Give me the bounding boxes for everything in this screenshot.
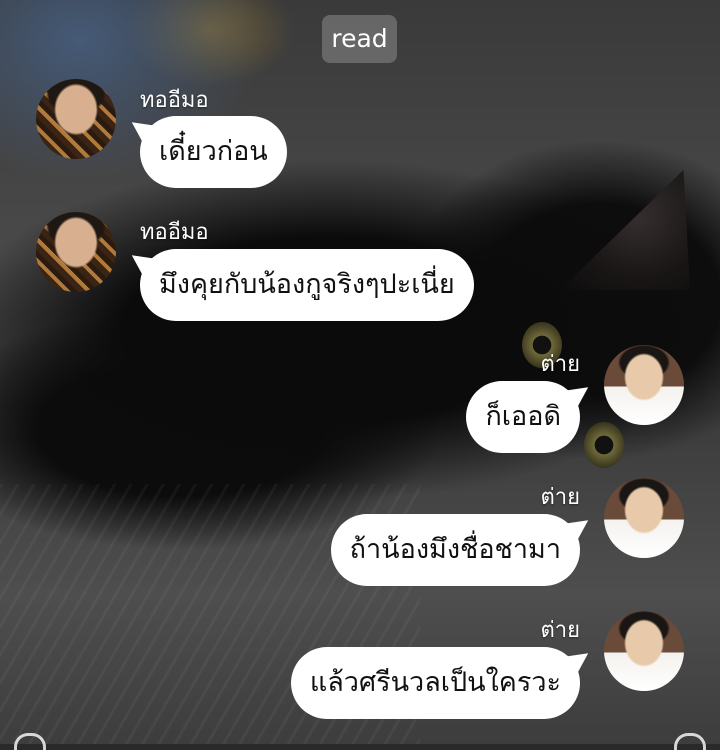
incoming-message-bubble[interactable]: มึงคุยกับน้องกูจริงๆปะเนี่ย bbox=[140, 249, 474, 321]
background-cat-eye bbox=[584, 422, 624, 468]
sender-avatar[interactable] bbox=[36, 212, 116, 292]
corner-bracket-icon bbox=[14, 733, 46, 750]
incoming-message-bubble[interactable]: เดี๋ยวก่อน bbox=[140, 116, 287, 188]
sender-avatar[interactable] bbox=[604, 478, 684, 558]
outgoing-message-bubble[interactable]: ก็เออดิ bbox=[466, 381, 580, 453]
corner-bracket-icon bbox=[674, 733, 706, 750]
sender-name: ทออีมอ bbox=[140, 220, 209, 245]
sender-name: ต่าย bbox=[540, 352, 580, 377]
sender-name: ทออีมอ bbox=[140, 88, 209, 113]
sender-avatar[interactable] bbox=[36, 79, 116, 159]
sender-avatar[interactable] bbox=[604, 345, 684, 425]
read-status-badge: read bbox=[322, 15, 397, 63]
sender-name: ต่าย bbox=[540, 485, 580, 510]
sender-avatar[interactable] bbox=[604, 611, 684, 691]
outgoing-message-bubble[interactable]: ถ้าน้องมึงชื่อชามา bbox=[330, 514, 580, 586]
sender-name: ต่าย bbox=[540, 618, 580, 643]
outgoing-message-bubble[interactable]: แล้วศรีนวลเป็นใครวะ bbox=[290, 647, 580, 719]
